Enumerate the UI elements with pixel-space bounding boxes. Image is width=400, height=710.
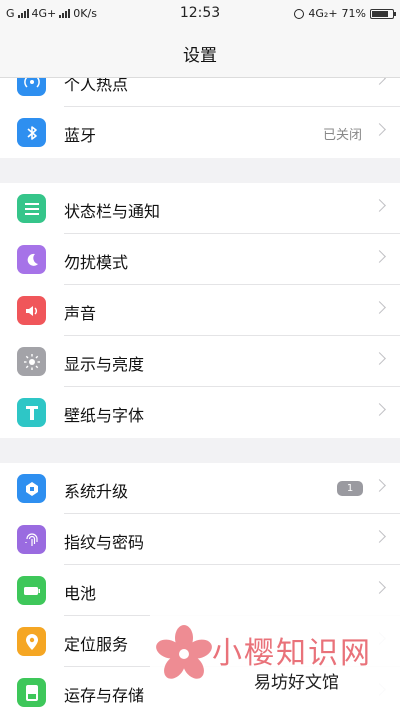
group-gap [0, 438, 400, 463]
group-gap [0, 158, 400, 183]
storage-icon [17, 678, 46, 707]
settings-item-display-brightness[interactable]: 显示与亮度 [0, 336, 400, 387]
hotspot-icon [17, 78, 46, 96]
settings-item-label: 壁纸与字体 [64, 406, 145, 425]
letter-t-icon [17, 398, 46, 427]
settings-item-label: 个人热点 [64, 78, 129, 94]
watermark-subtitle: 易坊好文馆 [254, 673, 339, 693]
battery-status-icon [370, 8, 396, 19]
battery-icon [17, 576, 46, 605]
status-right: 4G₂+ 71% [294, 7, 396, 20]
chevron-right-icon [373, 250, 386, 263]
chevron-right-icon [373, 352, 386, 365]
settings-item-do-not-disturb[interactable]: 勿扰模式 [0, 234, 400, 285]
settings-item-personal-hotspot[interactable]: 个人热点 [0, 78, 400, 107]
settings-item-wallpaper-font[interactable]: 壁纸与字体 [0, 387, 400, 438]
update-icon [17, 474, 46, 503]
network-indicator: 4G₂+ [308, 7, 338, 20]
watermark-title: 小樱知识网 [212, 636, 372, 671]
settings-item-label: 电池 [64, 584, 97, 603]
alarm-icon [294, 8, 305, 19]
settings-item-label: 定位服务 [64, 635, 129, 654]
status-bar: G 4G+ 0K/s 12:53 4G₂+ 71% [0, 0, 400, 28]
settings-item-label: 蓝牙 [64, 126, 97, 145]
sun-icon [17, 347, 46, 376]
settings-item-battery[interactable]: 电池 [0, 565, 400, 616]
settings-item-fingerprint-password[interactable]: 指纹与密码 [0, 514, 400, 565]
cherry-blossom-logo-icon [156, 625, 212, 679]
chevron-right-icon [373, 301, 386, 314]
settings-item-bluetooth[interactable]: 蓝牙 已关闭 [0, 107, 400, 158]
chevron-right-icon [373, 123, 386, 136]
settings-item-label: 系统升级 [64, 482, 129, 501]
settings-item-label: 运存与存储 [64, 686, 145, 705]
speaker-icon [17, 296, 46, 325]
bluetooth-icon [17, 118, 46, 147]
settings-item-sound[interactable]: 声音 [0, 285, 400, 336]
chevron-right-icon [373, 403, 386, 416]
chevron-right-icon [373, 479, 386, 492]
settings-group-personalization: 状态栏与通知 勿扰模式声音显示与亮度壁纸与字体 [0, 183, 400, 438]
settings-item-label: 声音 [64, 304, 97, 323]
chevron-right-icon [373, 530, 386, 543]
settings-item-status-bar-notifications[interactable]: 状态栏与通知 [0, 183, 400, 234]
settings-item-label: 状态栏与通知 [64, 202, 161, 221]
battery-percent: 71% [341, 7, 366, 20]
settings-item-system-update[interactable]: 系统升级 1 [0, 463, 400, 514]
chevron-right-icon [373, 581, 386, 594]
chevron-right-icon [373, 199, 386, 212]
settings-item-label: 显示与亮度 [64, 355, 145, 374]
chevron-right-icon [373, 78, 386, 85]
location-pin-icon [17, 627, 46, 656]
list-icon [17, 194, 46, 223]
watermark: 小樱知识网 易坊好文馆 [150, 612, 400, 710]
settings-group-connectivity: 个人热点 蓝牙 已关闭 [0, 78, 400, 158]
moon-icon [17, 245, 46, 274]
navigation-bar: 设置 [0, 28, 400, 78]
bluetooth-status: 已关闭 [322, 128, 362, 143]
update-count-badge: 1 [337, 481, 363, 496]
settings-item-label: 指纹与密码 [64, 533, 145, 552]
fingerprint-icon [17, 525, 46, 554]
settings-item-label: 勿扰模式 [64, 253, 129, 272]
page-title: 设置 [183, 46, 217, 66]
